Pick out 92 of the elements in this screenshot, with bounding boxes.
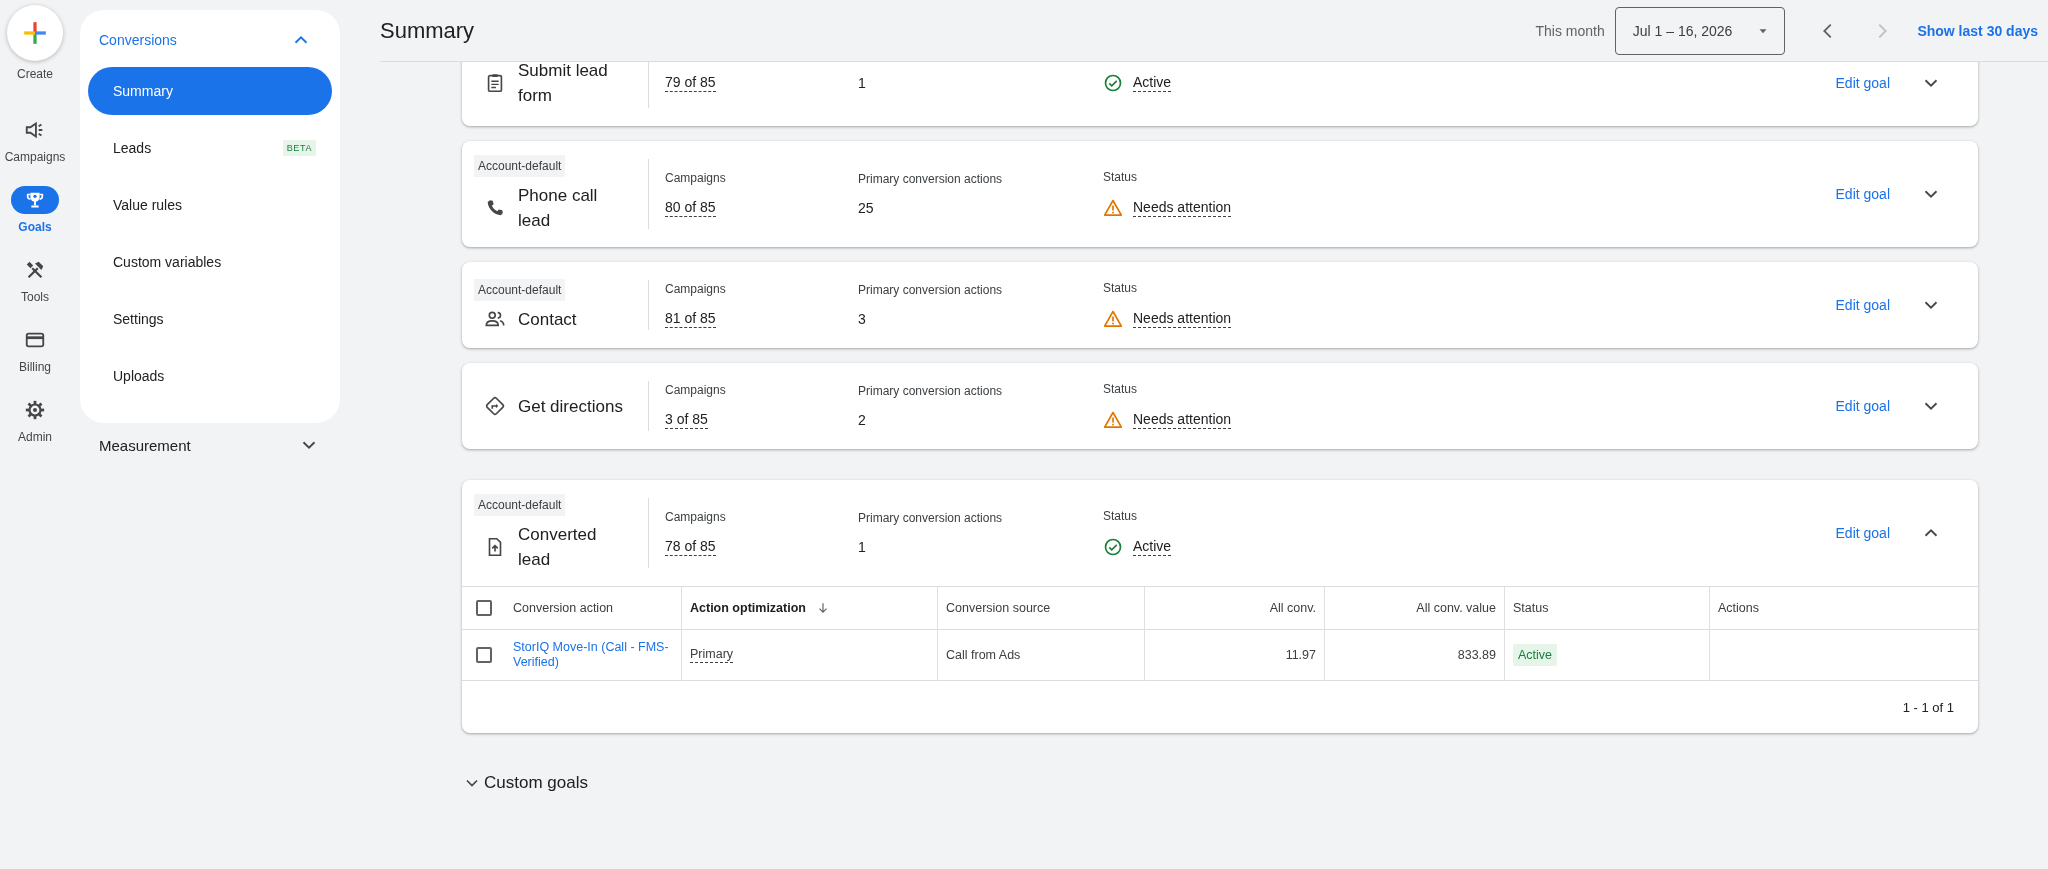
goal-name: Get directions (518, 395, 624, 418)
column-label: Campaigns (665, 383, 727, 397)
status-text[interactable]: Active (1133, 74, 1172, 92)
rail-label: Admin (18, 430, 52, 444)
pagination-text: 1 - 1 of 1 (1902, 699, 1954, 715)
edit-goal-button[interactable]: Edit goal (1835, 186, 1890, 202)
column-label: Primary conversion actions (858, 283, 1004, 297)
checkbox[interactable] (475, 647, 492, 663)
edit-goal-button[interactable]: Edit goal (1835, 75, 1890, 91)
status-text[interactable]: Needs attention (1133, 199, 1232, 217)
warning-icon (1103, 198, 1123, 218)
checkbox[interactable] (475, 600, 492, 616)
column-header[interactable]: Status (1505, 587, 1710, 630)
nav-item[interactable]: Summary (88, 67, 332, 115)
goal-name: Phone call lead (518, 185, 599, 232)
rail-label: Goals (18, 220, 52, 234)
rail-label: Billing (19, 360, 51, 374)
rail-item[interactable]: Tools (11, 245, 59, 315)
column-label: Status (1103, 382, 1139, 396)
campaigns-count[interactable]: 81 of 85 (665, 310, 716, 328)
beta-badge: BETA (282, 140, 316, 156)
primary-actions-count: 3 (858, 311, 866, 327)
tools-icon (24, 259, 46, 281)
date-range-dropdown[interactable]: Jul 1 – 16, 2026 (1614, 6, 1786, 55)
nav-section-label: Measurement (99, 436, 191, 454)
custom-goals-toggle[interactable]: Custom goals (462, 773, 588, 793)
column-label: Primary conversion actions (858, 384, 1004, 398)
status-text[interactable]: Active (1133, 538, 1172, 556)
column-label: Campaigns (665, 282, 727, 296)
status-text[interactable]: Needs attention (1133, 310, 1232, 328)
nav-item[interactable]: Custom variables (88, 238, 332, 286)
warning-icon (1103, 410, 1123, 430)
goal-name: Submit lead form (518, 62, 609, 107)
nav-section-label: Conversions (99, 32, 177, 48)
range-label: This month (1535, 22, 1605, 39)
column-label: Campaigns (665, 171, 727, 185)
column-label: Campaigns (665, 510, 727, 524)
edit-goal-button[interactable]: Edit goal (1835, 398, 1890, 414)
settings-icon (24, 399, 46, 421)
nav-item[interactable]: Uploads (88, 352, 332, 400)
nav-item[interactable]: Settings (88, 295, 332, 343)
column-header[interactable]: All conv. (1145, 587, 1325, 630)
rail-item[interactable]: Campaigns (4, 105, 66, 175)
campaigns-count[interactable]: 80 of 85 (665, 199, 716, 217)
column-header[interactable]: Conversion action (505, 587, 682, 630)
rail-label: Create (17, 67, 53, 81)
account-default-tag: Account-default (474, 278, 566, 301)
nav-item[interactable]: Leads BETA (88, 124, 332, 172)
column-header[interactable]: Conversion source (938, 587, 1145, 630)
status-text[interactable]: Needs attention (1133, 411, 1232, 429)
conversion-action-link[interactable]: StorIQ Move-In (Call - FMS-Verified) (513, 640, 673, 670)
column-label: Status (1103, 281, 1139, 295)
campaigns-count[interactable]: 3 of 85 (665, 411, 708, 429)
column-header[interactable]: Action optimization (682, 587, 938, 630)
rail-item[interactable]: Goals (11, 175, 59, 245)
rail-label: Campaigns (4, 150, 66, 164)
column-label: Status (1103, 170, 1139, 184)
campaigns-count[interactable]: 79 of 85 (665, 74, 716, 92)
nav-section-header[interactable]: Measurement (80, 429, 340, 461)
table-cell: Call from Ads (946, 648, 1021, 662)
table-cell: 11.97 (1285, 648, 1316, 662)
show-last-30-days-link[interactable]: Show last 30 days (1917, 22, 2038, 39)
page-title: Summary (380, 17, 476, 44)
goal-name: Contact (518, 308, 578, 331)
edit-goal-button[interactable]: Edit goal (1835, 297, 1890, 313)
primary-actions-count: 1 (858, 75, 866, 91)
rail-item[interactable]: Admin (11, 385, 59, 455)
directions-icon (484, 395, 506, 417)
campaigns-count[interactable]: 78 of 85 (665, 538, 716, 556)
table-cell: Primary (690, 647, 734, 663)
edit-goal-button[interactable]: Edit goal (1835, 525, 1890, 541)
nav-section-header[interactable]: Conversions (88, 20, 332, 56)
column-header[interactable]: Actions (1710, 587, 1978, 630)
warning-icon (1103, 309, 1123, 329)
check-circle-icon (1103, 73, 1123, 93)
account-default-tag: Account-default (474, 494, 566, 516)
table-cell: 833.89 (1457, 648, 1496, 662)
nav-item[interactable]: Value rules (88, 181, 332, 229)
column-header[interactable]: All conv. value (1325, 587, 1505, 630)
rail-item[interactable]: Billing (11, 315, 59, 385)
primary-actions-count: 2 (858, 412, 866, 428)
goal-name: Converted lead (518, 524, 598, 571)
check-circle-icon (1103, 537, 1123, 557)
status-chip: Active (1513, 644, 1558, 666)
account-default-tag: Account-default (474, 155, 566, 177)
primary-actions-count: 1 (858, 539, 866, 555)
column-label: Primary conversion actions (858, 172, 1004, 186)
column-label: Primary conversion actions (858, 511, 1004, 525)
primary-actions-count: 25 (858, 200, 874, 216)
rail-label: Tools (21, 290, 49, 304)
column-label: Status (1103, 509, 1139, 523)
plus-icon (22, 20, 48, 46)
